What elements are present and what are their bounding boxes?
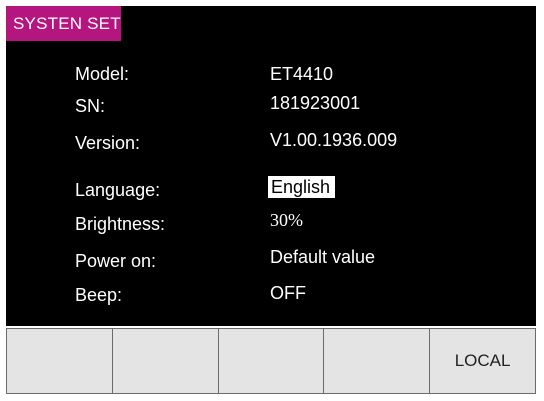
menu-title-tab: SYSTEN SET [6, 6, 121, 41]
softkey-bar: LOCAL [6, 328, 536, 394]
softkey-3[interactable] [218, 329, 325, 393]
language-label: Language: [75, 180, 161, 200]
softkey-1[interactable] [7, 329, 113, 393]
language-value[interactable]: English [268, 176, 336, 198]
display-screen: SYSTEN SET Model: ET4410 SN: 181923001 V… [6, 6, 536, 326]
model-value: ET4410 [270, 64, 334, 84]
version-value: V1.00.1936.009 [270, 130, 398, 150]
model-label: Model: [75, 64, 130, 84]
brightness-value[interactable]: 30% [270, 209, 303, 231]
sn-label: SN: [75, 96, 106, 116]
softkey-4[interactable] [324, 329, 431, 393]
power-on-value[interactable]: Default value [270, 246, 375, 268]
softkey-local-button[interactable]: LOCAL [430, 329, 535, 393]
beep-value[interactable]: OFF [270, 282, 306, 304]
beep-label: Beep: [75, 285, 123, 305]
power-on-label: Power on: [75, 251, 157, 271]
version-label: Version: [75, 133, 141, 153]
sn-value: 181923001 [270, 93, 361, 113]
brightness-label: Brightness: [75, 214, 166, 234]
softkey-2[interactable] [112, 329, 219, 393]
